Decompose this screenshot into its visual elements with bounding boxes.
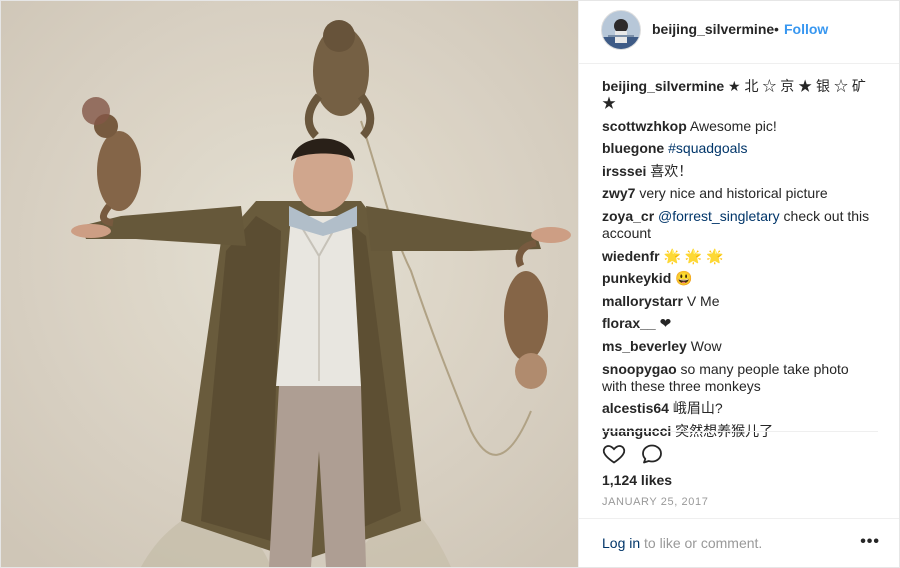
comment-username[interactable]: punkeykid [602, 270, 671, 286]
post-details-panel: beijing_silvermine • Follow beijing_silv… [578, 1, 899, 567]
comment-username[interactable]: wiedenfr [602, 248, 660, 264]
comment-text: Wow [686, 337, 722, 354]
login-prompt: Log in to like or comment. [602, 535, 762, 551]
comment: mallorystarr V Me [602, 293, 877, 310]
separator-dot: • [774, 21, 779, 37]
comment: wiedenfr 🌟 🌟 🌟 [602, 248, 877, 265]
hashtag-link[interactable]: #squadgoals [668, 140, 747, 156]
comment-username[interactable]: florax__ [602, 315, 656, 331]
post-actions [602, 442, 877, 466]
ellipsis-icon[interactable]: ••• [860, 533, 880, 551]
comment-text: 峨眉山? [668, 400, 723, 417]
comment: scottwzhkop Awesome pic! [602, 118, 877, 135]
comment-username[interactable]: scottwzhkop [602, 118, 687, 134]
photo-illustration [1, 1, 578, 567]
comment: punkeykid 😃 [602, 270, 877, 287]
comment-username[interactable]: bluegone [602, 140, 664, 156]
comment-username[interactable]: beijing_silvermine [602, 78, 724, 94]
comment: florax__ ❤ [602, 315, 877, 332]
post-photo[interactable] [1, 1, 578, 567]
comment-username[interactable]: ms_beverley [602, 338, 687, 354]
speech-bubble-icon [642, 444, 662, 464]
login-link[interactable]: Log in [602, 535, 640, 551]
comment: ms_beverley Wow [602, 338, 877, 355]
comment: irsssei 喜欢！ [602, 163, 877, 180]
comment-text: 喜欢！ [646, 162, 693, 179]
post-header: beijing_silvermine • Follow [579, 1, 899, 64]
login-suffix-text: to like or comment. [640, 535, 763, 551]
comment: alcestis64 峨眉山? [602, 400, 877, 417]
post-date: JANUARY 25, 2017 [602, 496, 709, 508]
mention-link[interactable]: @forrest_singletary [658, 208, 780, 224]
comment: snoopygao so many people take photo with… [602, 361, 877, 395]
comment: zwy7 very nice and historical picture [602, 185, 877, 202]
heart-outline-icon [602, 445, 626, 464]
comment-button[interactable] [640, 442, 664, 466]
post-footer: Log in to like or comment. ••• [579, 518, 899, 567]
username-link[interactable]: beijing_silvermine [652, 21, 774, 37]
comment-text: Awesome pic! [686, 117, 777, 134]
comment-username[interactable]: snoopygao [602, 361, 677, 377]
comment-text: very nice and historical picture [635, 185, 828, 202]
instagram-post: beijing_silvermine • Follow beijing_silv… [0, 0, 900, 568]
avatar[interactable] [601, 10, 641, 50]
comment-username[interactable]: zwy7 [602, 185, 635, 201]
comment-username[interactable]: mallorystarr [602, 293, 683, 309]
comment: bluegone #squadgoals [602, 140, 877, 157]
comment-username[interactable]: irsssei [602, 163, 646, 179]
comment-username[interactable]: zoya_cr [602, 208, 654, 224]
comment-text: ❤ [655, 315, 672, 332]
likes-count[interactable]: 1,124 likes [602, 472, 672, 488]
comment: zoya_cr @forrest_singletary check out th… [602, 208, 877, 242]
comment-text: 🌟 🌟 🌟 [659, 247, 724, 264]
comment-text: 😃 [671, 270, 693, 287]
comment-username[interactable]: alcestis64 [602, 400, 669, 416]
divider [601, 431, 878, 432]
comment: beijing_silvermine ★ 北 ☆ 京 ★ 银 ☆ 矿 ★ [602, 78, 877, 112]
comments-list: beijing_silvermine ★ 北 ☆ 京 ★ 银 ☆ 矿 ★ sco… [602, 78, 877, 445]
comment-text: V Me [682, 292, 720, 309]
follow-button[interactable]: Follow [784, 21, 828, 37]
like-button[interactable] [602, 442, 626, 466]
avatar-image [602, 11, 640, 49]
